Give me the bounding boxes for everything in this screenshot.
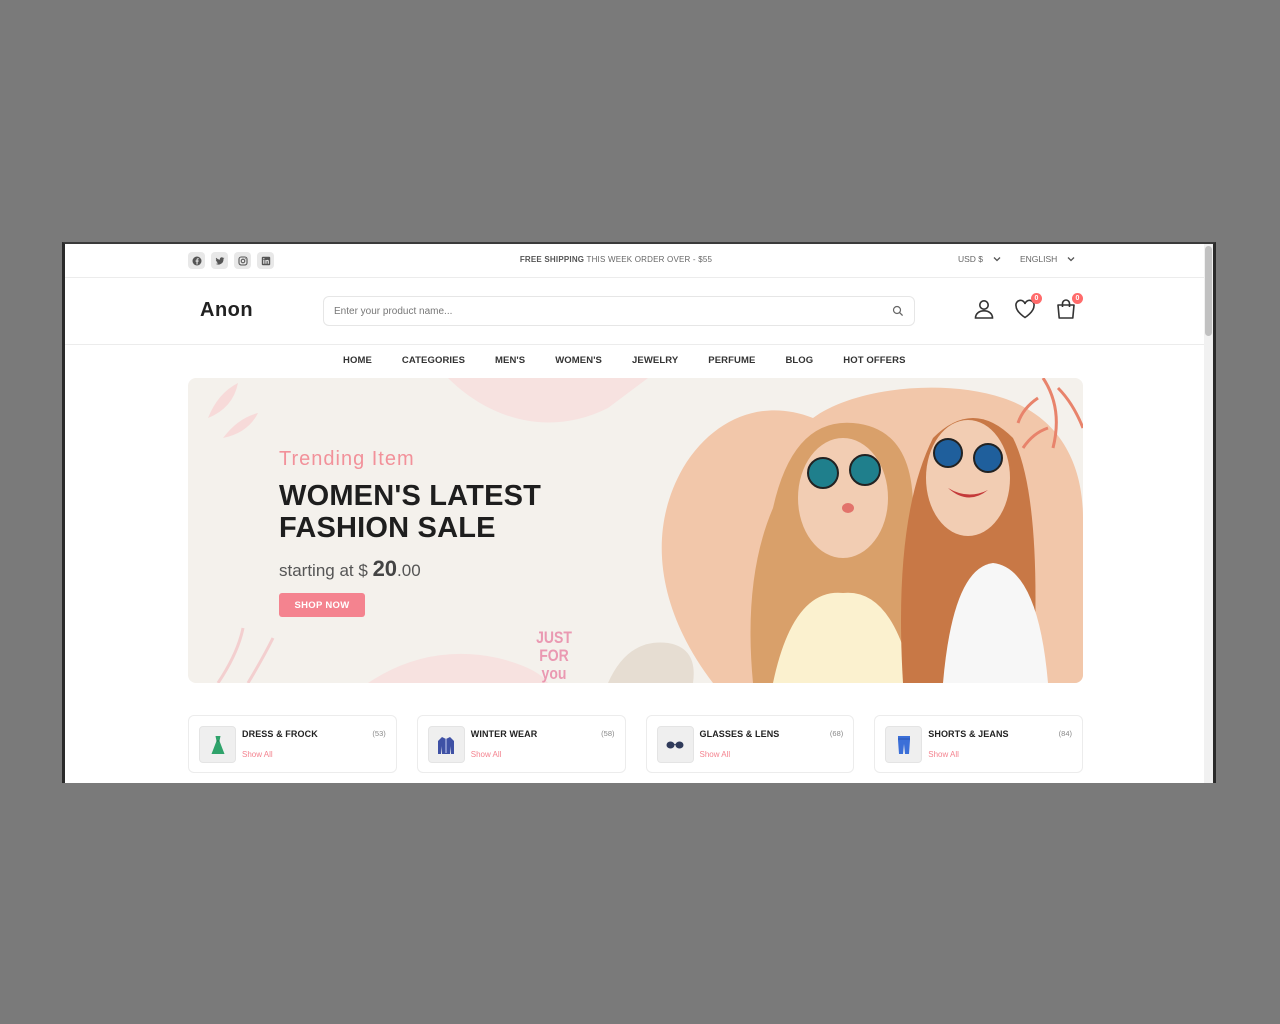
price-whole: 20 bbox=[372, 556, 398, 581]
cart-count-badge: 0 bbox=[1072, 293, 1083, 304]
category-name: WINTER WEAR bbox=[470, 729, 538, 739]
language-label: ENGLISH bbox=[1020, 254, 1058, 264]
category-card[interactable]: DRESS & FROCK (53) Show All bbox=[188, 715, 397, 773]
site-header: Anon 0 0 bbox=[65, 279, 1210, 345]
category-count: (53) bbox=[372, 729, 386, 738]
banner-title: WOMEN'S LATEST FASHION SALE bbox=[279, 480, 542, 544]
cart-button[interactable]: 0 bbox=[1054, 293, 1083, 323]
show-all-link[interactable]: Show All bbox=[928, 750, 959, 759]
search-input[interactable] bbox=[334, 297, 874, 325]
show-all-link[interactable]: Show All bbox=[471, 750, 502, 759]
main-nav: HOME CATEGORIES MEN'S WOMEN'S JEWELRY PE… bbox=[65, 346, 1210, 378]
wishlist-button[interactable]: 0 bbox=[1013, 293, 1042, 323]
currency-select[interactable]: USD $ bbox=[958, 254, 1001, 264]
shop-now-button[interactable]: SHOP NOW bbox=[279, 593, 365, 617]
just-for-you-tag: JUST FOR you bbox=[536, 627, 572, 683]
show-all-link[interactable]: Show All bbox=[242, 750, 273, 759]
category-name: GLASSES & LENS bbox=[699, 729, 780, 739]
category-card[interactable]: WINTER WEAR (58) Show All bbox=[416, 715, 626, 773]
dress-icon bbox=[199, 726, 236, 763]
banner-subtitle: Trending Item bbox=[279, 448, 415, 470]
category-name: DRESS & FROCK bbox=[242, 729, 318, 739]
jeans-icon bbox=[885, 726, 923, 763]
category-card[interactable]: SHORTS & JEANS (84) Show All bbox=[874, 715, 1083, 773]
price-prefix: starting at $ bbox=[279, 561, 373, 580]
search-icon[interactable] bbox=[892, 305, 904, 317]
nav-item-hot-offers[interactable]: HOT OFFERS bbox=[843, 355, 905, 366]
jacket-icon bbox=[427, 726, 465, 763]
nav-item-womens[interactable]: WOMEN'S bbox=[555, 355, 602, 366]
currency-label: USD $ bbox=[958, 254, 984, 264]
chevron-down-icon bbox=[1067, 257, 1075, 262]
hero-banner: Trending Item WOMEN'S LATEST FASHION SAL… bbox=[188, 378, 1083, 683]
category-count: (68) bbox=[829, 729, 844, 738]
language-select[interactable]: ENGLISH bbox=[1020, 254, 1075, 264]
chevron-down-icon bbox=[993, 257, 1001, 262]
shipping-notice: FREE SHIPPING THIS WEEK ORDER OVER - $55 bbox=[65, 255, 1167, 264]
models-photo bbox=[661, 378, 1083, 683]
banner-price: starting at $ 20.00 bbox=[279, 556, 421, 582]
nav-item-jewelry[interactable]: JEWELRY bbox=[632, 355, 678, 366]
category-card[interactable]: GLASSES & LENS (68) Show All bbox=[645, 715, 855, 773]
search-bar bbox=[323, 296, 915, 326]
nav-item-home[interactable]: HOME bbox=[343, 355, 372, 366]
show-all-link[interactable]: Show All bbox=[700, 750, 731, 759]
top-bar: FREE SHIPPING THIS WEEK ORDER OVER - $55… bbox=[65, 244, 1210, 278]
user-icon bbox=[974, 300, 994, 319]
scrollbar-thumb[interactable] bbox=[1205, 246, 1212, 336]
glasses-icon bbox=[656, 726, 694, 763]
category-count: (58) bbox=[601, 729, 615, 738]
category-list: DRESS & FROCK (53) Show All WINTER WEAR … bbox=[188, 715, 1083, 773]
wishlist-count-badge: 0 bbox=[1031, 293, 1042, 304]
shipping-text: THIS WEEK ORDER OVER - $55 bbox=[584, 255, 713, 264]
category-count: (84) bbox=[1058, 729, 1072, 738]
scrollbar[interactable] bbox=[1204, 244, 1213, 783]
nav-item-perfume[interactable]: PERFUME bbox=[708, 355, 755, 366]
nav-item-categories[interactable]: CATEGORIES bbox=[402, 355, 465, 366]
logo[interactable]: Anon bbox=[200, 299, 253, 322]
price-cents: .00 bbox=[397, 561, 421, 580]
browser-window: FREE SHIPPING THIS WEEK ORDER OVER - $55… bbox=[62, 242, 1216, 783]
shipping-highlight: FREE SHIPPING bbox=[519, 255, 585, 264]
nav-item-mens[interactable]: MEN'S bbox=[495, 355, 525, 366]
account-button[interactable] bbox=[972, 297, 998, 323]
nav-item-blog[interactable]: BLOG bbox=[785, 355, 813, 366]
category-name: SHORTS & JEANS bbox=[928, 729, 1009, 739]
